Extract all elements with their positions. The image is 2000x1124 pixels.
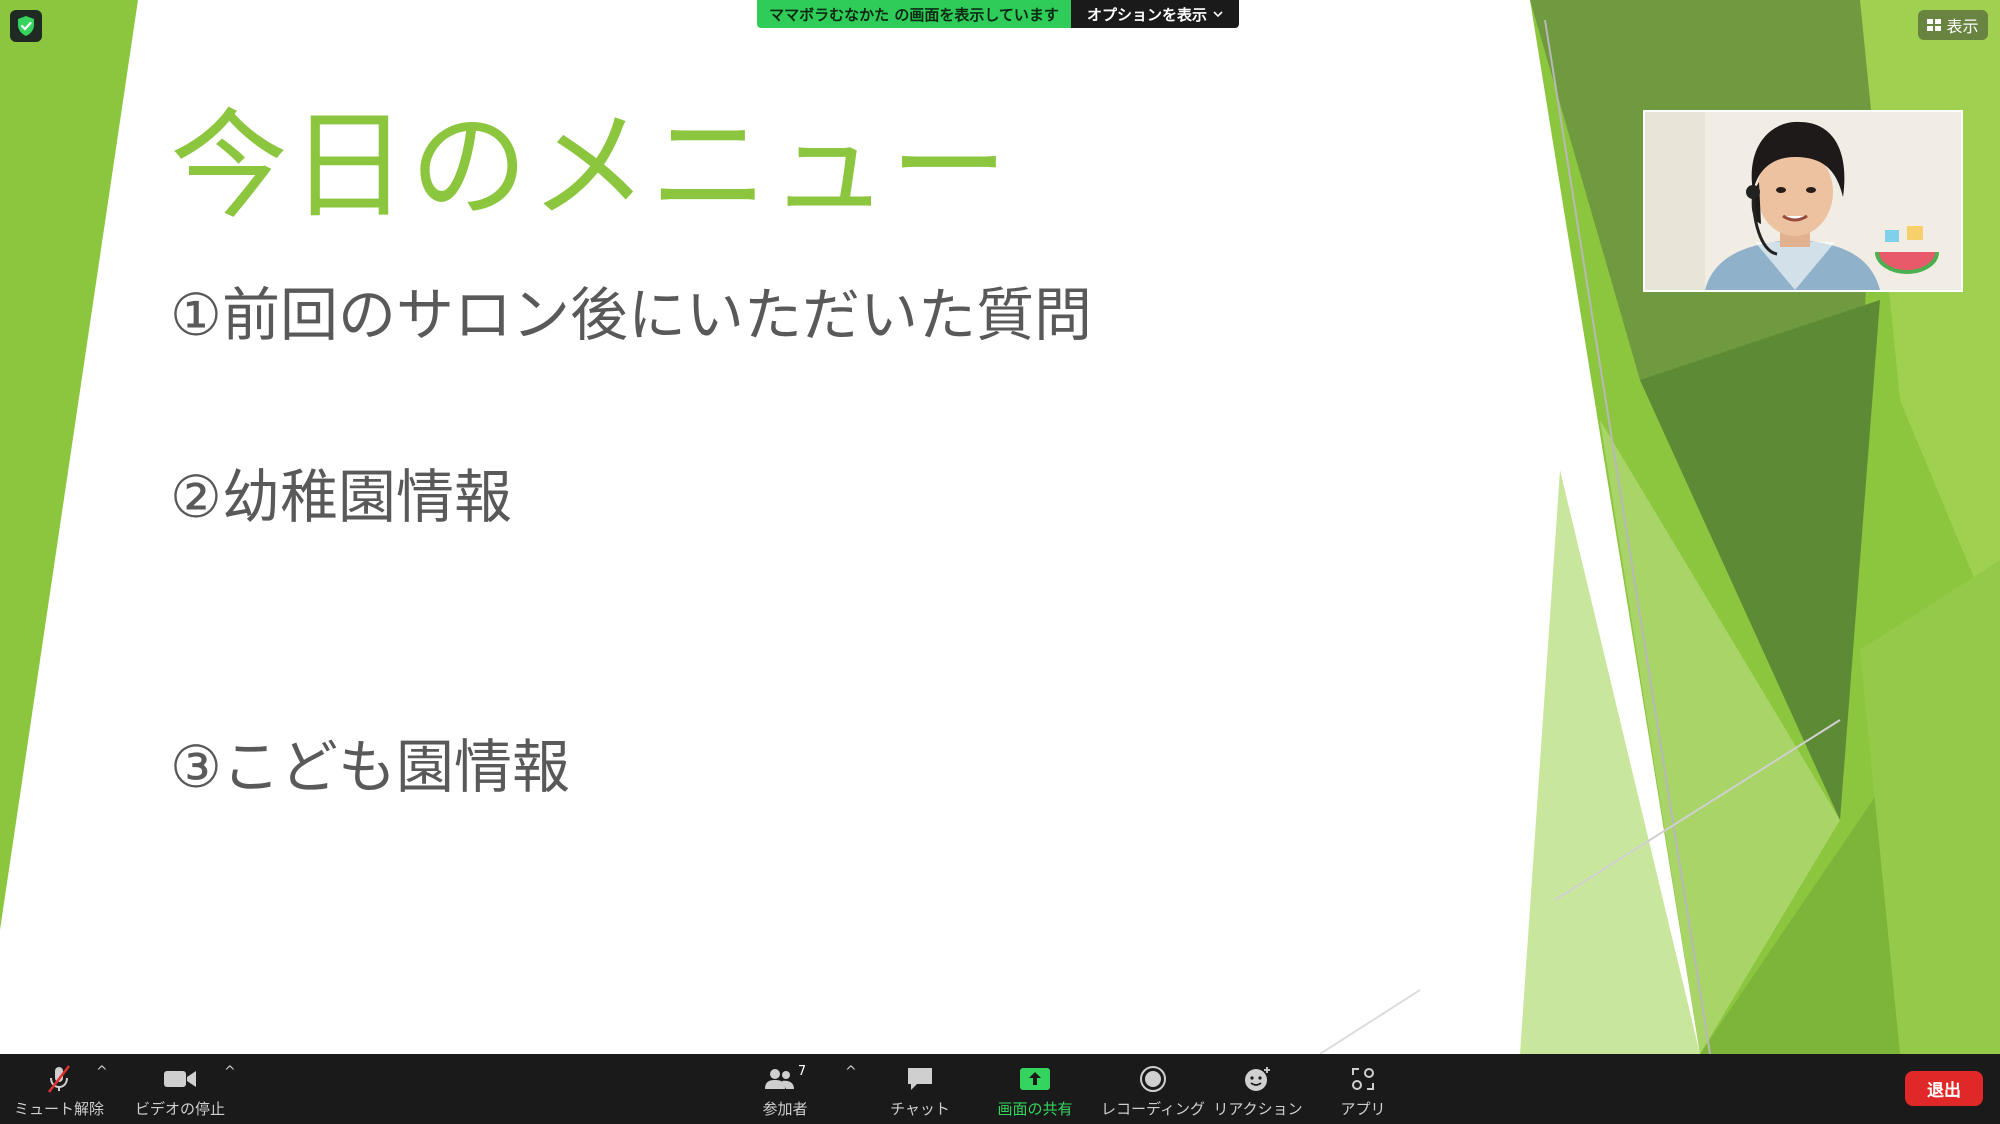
- audio-options-caret[interactable]: ^: [96, 1064, 108, 1080]
- reaction-icon: [1245, 1067, 1270, 1091]
- share-status-text: ママボラむなかた の画面を表示しています: [757, 0, 1071, 28]
- apps-label: アプリ: [1340, 1100, 1386, 1118]
- stop-video-button[interactable]: ビデオの停止: [135, 1054, 225, 1124]
- apps-icon: [1352, 1068, 1374, 1090]
- view-layout-button[interactable]: 表示: [1918, 10, 1988, 40]
- chat-label: チャット: [890, 1100, 950, 1118]
- participants-options-caret[interactable]: ^: [845, 1064, 857, 1080]
- participants-label: 参加者: [762, 1100, 808, 1118]
- participants-button[interactable]: 7 参加者: [745, 1054, 825, 1124]
- grid-icon: [1927, 19, 1942, 31]
- view-options-label: オプションを表示: [1086, 5, 1207, 24]
- reaction-button[interactable]: リアクション: [1213, 1054, 1303, 1124]
- video-options-caret[interactable]: ^: [224, 1064, 236, 1080]
- chat-icon: [908, 1068, 932, 1090]
- apps-button[interactable]: アプリ: [1323, 1054, 1403, 1124]
- view-options-button[interactable]: オプションを表示: [1071, 0, 1239, 28]
- menu-item-questions: ①前回のサロン後にいただいた質問: [170, 281, 1092, 349]
- participants-icon: [764, 1069, 794, 1089]
- view-layout-label: 表示: [1946, 17, 1979, 36]
- mute-button[interactable]: ミュート解除: [14, 1054, 104, 1124]
- share-banner: ママボラむなかた の画面を表示しています オプションを表示: [757, 0, 1239, 28]
- stop-video-label: ビデオの停止: [135, 1100, 226, 1118]
- participant-video-image: [1645, 112, 1961, 290]
- share-screen-icon: [1020, 1068, 1050, 1090]
- microphone-muted-icon: [48, 1065, 70, 1093]
- share-screen-label: 画面の共有: [997, 1100, 1073, 1118]
- participants-count: 7: [797, 1063, 807, 1079]
- menu-item-nursery: ③こども園情報: [170, 733, 570, 801]
- record-icon: [1140, 1066, 1166, 1092]
- slide-title: 今日のメニュー: [170, 97, 1011, 235]
- record-label: レコーディング: [1101, 1100, 1205, 1118]
- share-screen-button[interactable]: 画面の共有: [990, 1054, 1080, 1124]
- security-badge[interactable]: [10, 10, 42, 42]
- record-button[interactable]: レコーディング: [1101, 1054, 1205, 1124]
- chevron-down-icon: [1213, 11, 1223, 18]
- shield-icon: [18, 16, 34, 36]
- reaction-label: リアクション: [1213, 1100, 1303, 1118]
- chat-button[interactable]: チャット: [880, 1054, 960, 1124]
- meeting-toolbar: ミュート解除 ^ ビデオの停止 ^ 7 参加者 ^ チャット 画面の共有 レコー…: [0, 1054, 2000, 1124]
- leave-meeting-button[interactable]: 退出: [1905, 1071, 1983, 1106]
- menu-item-kindergarten: ②幼稚園情報: [170, 463, 512, 531]
- video-camera-icon: [164, 1071, 196, 1087]
- mute-label: ミュート解除: [14, 1100, 105, 1118]
- participant-video-thumbnail[interactable]: [1643, 110, 1963, 292]
